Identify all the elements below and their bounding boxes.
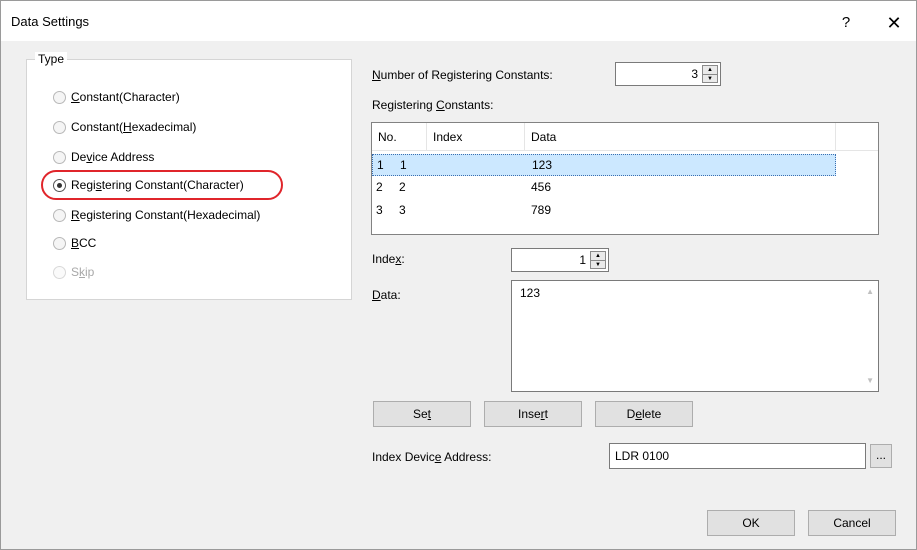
scroll-up-icon[interactable]: ▲ [866,287,874,296]
radio-dot-icon [53,208,66,222]
title-bar: Data Settings ? ✕ [1,1,916,41]
index-spinner[interactable]: 1 ▲ ▼ [511,248,609,272]
cell-index: 3 [399,203,406,217]
browse-button[interactable]: ... [870,444,892,468]
cell-data: 789 [531,203,552,217]
radio-device-address[interactable]: Device Address [53,147,154,167]
radio-label: Constant(Character) [71,90,180,104]
radio-bcc[interactable]: BCC [53,233,96,253]
cancel-button[interactable]: Cancel [808,510,896,536]
index-value: 1 [579,253,586,267]
num-constants-value: 3 [691,67,698,81]
radio-skip: Skip [53,262,94,282]
column-header-no[interactable]: No. [372,123,427,151]
registering-constants-label: Registering Constants: [372,98,494,112]
radio-constant-hexadecimal[interactable]: Constant(Hexadecimal) [53,117,196,137]
radio-dot-icon [53,120,66,134]
spin-down-icon[interactable]: ▼ [591,260,605,268]
delete-button[interactable]: Delete [595,401,693,427]
cell-data: 456 [531,180,552,194]
radio-constant-character[interactable]: Constant(Character) [53,87,180,107]
index-device-address-input[interactable]: LDR 0100 [609,443,866,469]
radio-dot-icon [53,178,66,192]
radio-dot-icon [53,90,66,104]
table-row[interactable]: 2 2 456 [372,177,836,199]
num-constants-spinner[interactable]: 3 ▲ ▼ [615,62,721,86]
num-constants-label: Number of Registering Constants: [372,68,553,82]
table-row[interactable]: 3 3 789 [372,200,836,222]
data-label: Data: [372,288,401,302]
column-header-index[interactable]: Index [427,123,525,151]
table-header: No. Index Data [372,123,878,151]
radio-label: Constant(Hexadecimal) [71,120,197,134]
cell-no: 3 [376,203,383,217]
radio-registering-constant-character[interactable]: Registering Constant(Character) [53,175,244,195]
radio-label: BCC [71,236,97,250]
radio-label: Device Address [71,150,155,164]
index-device-address-label: Index Device Address: [372,450,492,464]
registering-constants-table[interactable]: No. Index Data 1 1 123 2 2 456 3 3 789 [371,122,879,235]
index-device-address-value: LDR 0100 [615,449,670,463]
data-textarea-value: 123 [520,286,541,300]
index-label: Index: [372,252,405,266]
ok-button[interactable]: OK [707,510,795,536]
cell-index: 2 [399,180,406,194]
radio-dot-icon [53,150,66,164]
column-header-data[interactable]: Data [525,123,836,151]
radio-dot-icon [53,236,66,250]
cell-no: 1 [377,158,384,172]
spinner-arrows[interactable]: ▲ ▼ [590,251,606,269]
spin-up-icon[interactable]: ▲ [591,252,605,260]
type-group-label: Type [35,52,68,66]
insert-button[interactable]: Insert [484,401,582,427]
help-button[interactable]: ? [834,11,858,35]
cell-no: 2 [376,180,383,194]
close-button[interactable]: ✕ [879,11,909,35]
radio-label: Registering Constant(Character) [71,178,244,192]
table-row[interactable]: 1 1 123 [372,154,836,176]
spin-up-icon[interactable]: ▲ [703,66,717,74]
spin-down-icon[interactable]: ▼ [703,74,717,82]
set-button[interactable]: Set [373,401,471,427]
scroll-down-icon[interactable]: ▼ [866,376,874,385]
radio-label: Skip [71,265,95,279]
radio-registering-constant-hexadecimal[interactable]: Registering Constant(Hexadecimal) [53,205,260,225]
radio-dot-icon [53,265,66,279]
radio-label: Registering Constant(Hexadecimal) [71,208,261,222]
cell-data: 123 [532,158,553,172]
data-settings-dialog: Data Settings ? ✕ Type Constant(Characte… [0,0,917,550]
spinner-arrows[interactable]: ▲ ▼ [702,65,718,83]
data-textarea[interactable]: 123 ▲ ▼ [511,280,879,392]
cell-index: 1 [400,158,407,172]
window-title: Data Settings [11,14,90,29]
